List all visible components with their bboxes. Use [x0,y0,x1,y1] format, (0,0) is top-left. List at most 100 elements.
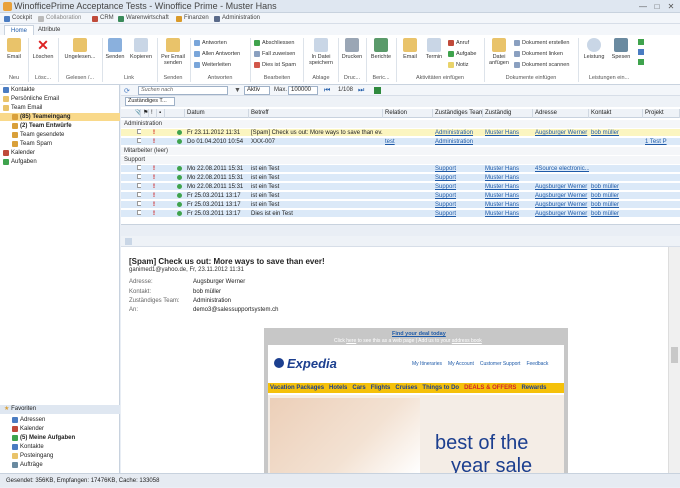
account-link[interactable]: My Account [448,361,474,367]
table-row[interactable]: ! Do 01.04.2010 10:54 XXX-007 test Administr… [121,138,680,146]
cell-relation[interactable] [383,192,433,200]
cell-projekt[interactable]: 1 Test P [643,138,680,146]
reply-button[interactable]: Antworten [194,39,240,47]
cell-zust[interactable]: Muster Hans [483,174,533,182]
table-row[interactable]: ! Fr 25.03.2011 13:17 ist ein Test Support M… [121,201,680,209]
cell-zust[interactable]: Muster Hans [483,210,533,218]
cell-team[interactable]: Support [433,210,483,218]
cell-kontakt[interactable]: bob müller [589,192,643,200]
preview-scrollbar[interactable] [668,247,680,473]
save-to-file-button[interactable]: In Datei speichern [306,38,336,66]
first-page-icon[interactable]: ⏮ [324,87,330,95]
cell-projekt[interactable] [643,174,680,182]
col-priority[interactable]: ! [149,109,157,118]
group-header[interactable]: Mitarbeiter (leer) [121,147,680,155]
cell-zust[interactable]: Muster Hans [483,165,533,173]
cell-team[interactable]: Support [433,192,483,200]
cell-adresse[interactable]: Augsburger Werner [533,129,589,137]
tab-home[interactable]: Home [4,25,35,35]
col-attachment[interactable]: 📎 [133,109,141,118]
insert-service-button[interactable]: Leistung [581,38,607,60]
nav-item-team-sent[interactable]: Team gesendete [0,131,120,139]
maximize-button[interactable]: □ [650,1,664,12]
table-row[interactable]: ! Mo 22.08.2011 15:31 ist ein Test Support M… [121,183,680,191]
cell-projekt[interactable] [643,183,680,191]
print-button[interactable]: Drucken [340,38,364,60]
cell-team[interactable]: Support [433,183,483,191]
insert-email-button[interactable]: Email [399,38,421,60]
col-betreff[interactable]: Betreff [249,109,383,118]
module-finanzen[interactable]: Finanzen [176,14,209,23]
module-warenwirtschaft[interactable]: Warenwirtschaft [118,14,169,23]
cell-team[interactable]: Support [433,165,483,173]
cell-adresse[interactable] [533,138,589,146]
cell-kontakt[interactable]: bob müller [589,201,643,209]
insert-expenses-button[interactable]: Spesen [609,38,633,60]
menu-things[interactable]: Things to Do [422,383,459,393]
forward-button[interactable]: Weiterleiten [194,61,240,69]
scrollbar-thumb[interactable] [671,347,678,363]
link-document-button[interactable]: Dokument linken [514,50,569,58]
row-checkbox[interactable] [135,165,141,173]
cell-adresse[interactable]: Augsburger Werner [533,210,589,218]
row-checkbox[interactable] [135,129,141,137]
row-checkbox[interactable] [135,201,141,209]
favorites-header[interactable]: ★ Favoriten [0,405,120,414]
cell-projekt[interactable] [643,210,680,218]
fav-item[interactable]: Kalender [0,425,120,433]
cell-relation[interactable] [383,183,433,191]
nav-item-team-spam[interactable]: Team Spam [0,140,120,148]
group-by-chip[interactable]: Zuständiges T... [125,97,175,106]
cell-projekt[interactable] [643,192,680,200]
nav-item-calendar[interactable]: Kalender [0,149,120,157]
delete-button[interactable]: ✕ Löschen [31,38,55,60]
complete-button[interactable]: Abschliessen [254,39,296,47]
reply-all-button[interactable]: Allen Antworten [194,50,240,58]
menu-cruises[interactable]: Cruises [395,383,417,393]
send-by-email-button[interactable]: Per Email senden [159,38,187,66]
insert-appointment-button[interactable]: Termin [423,38,445,60]
table-row[interactable]: ! Mo 22.08.2011 15:31 ist ein Test Support M… [121,174,680,182]
cell-relation[interactable] [383,174,433,182]
attach-file-button[interactable]: Datei anfügen [487,38,511,66]
deal-link[interactable]: Find your deal today [392,331,446,337]
cell-kontakt[interactable]: bob müller [589,129,643,137]
cell-kontakt[interactable]: bob müller [589,183,643,191]
cell-team[interactable]: Administration [433,138,483,146]
insert-task-button[interactable]: Aufgabe [448,50,477,58]
cell-projekt[interactable] [643,129,680,137]
cell-adresse[interactable]: Augsburger Werner [533,201,589,209]
new-email-button[interactable]: Email [4,38,24,60]
cell-kontakt[interactable] [589,165,643,173]
col-adresse[interactable]: Adresse [533,109,589,118]
here-link[interactable]: here [346,338,356,344]
cell-zust[interactable]: Muster Hans [483,192,533,200]
feedback-link[interactable]: Feedback [526,361,548,367]
fav-item[interactable]: Aufträge [0,461,120,469]
fav-item[interactable]: (5) Meine Aufgaben [0,434,120,442]
row-checkbox[interactable] [135,210,141,218]
filter-icon[interactable]: ▼ [234,87,241,94]
support-link[interactable]: Customer Support [480,361,521,367]
menu-flights[interactable]: Flights [371,383,391,393]
col-datum[interactable]: Datum [185,109,249,118]
menu-rewards[interactable]: Rewards [521,383,546,393]
cell-adresse[interactable] [533,174,589,182]
nav-item-tasks[interactable]: Aufgaben [0,158,120,166]
row-checkbox[interactable] [135,174,141,182]
nav-item-kontakte[interactable]: Kontakte [0,86,120,94]
table-row[interactable]: ! Fr 25.03.2011 13:17 ist ein Test Support M… [121,192,680,200]
insert-call-button[interactable]: Anruf [448,39,477,47]
module-collaboration[interactable]: Collaboration [38,14,81,23]
minimize-button[interactable]: — [636,1,650,12]
list-icon[interactable] [638,49,644,55]
cell-zust[interactable] [483,138,533,146]
cell-projekt[interactable] [643,201,680,209]
col-team[interactable]: Zuständiges Team [433,109,483,118]
row-checkbox[interactable] [135,138,141,146]
nav-item-team-email[interactable]: Team Email [0,104,120,112]
cell-adresse[interactable]: 4Source electronic... [533,165,589,173]
cell-kontakt[interactable] [589,174,643,182]
excel-icon[interactable] [374,87,381,94]
nav-item-team-inbox[interactable]: (85) Teameingang [0,113,120,121]
